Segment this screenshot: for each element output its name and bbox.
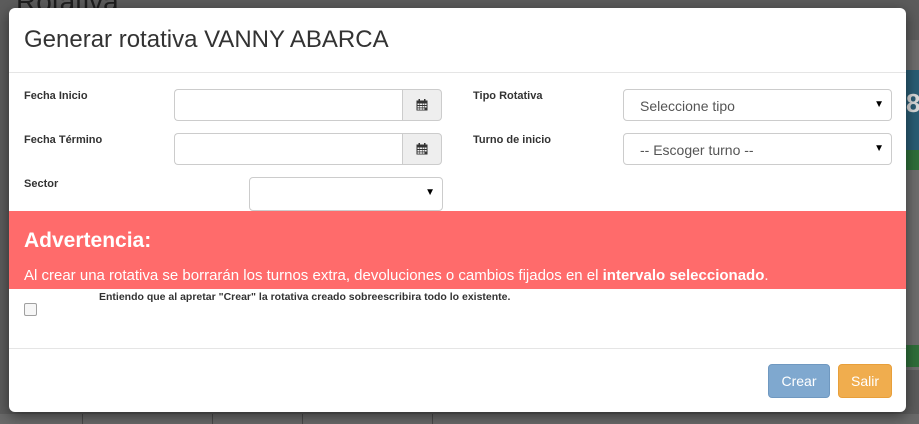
warning-text-emphasis: intervalo seleccionado: [602, 267, 765, 284]
calendar-icon: [416, 143, 428, 155]
background-side-badge: [906, 150, 919, 170]
background-divider: [432, 414, 433, 424]
modal-title: Generar rotativa VANNY ABARCA: [24, 26, 389, 53]
tipo-rotativa-select[interactable]: Seleccione tipo ▼: [623, 89, 892, 121]
salir-button[interactable]: Salir: [838, 364, 892, 398]
tipo-rotativa-selected-value: Seleccione tipo: [640, 98, 735, 114]
generar-rotativa-modal: Generar rotativa VANNY ABARCA Fecha Inic…: [9, 8, 906, 412]
background-divider: [212, 414, 213, 424]
confirm-checkbox[interactable]: [24, 303, 37, 316]
modal-footer-divider: [9, 348, 906, 349]
fecha-inicio-group: [174, 89, 442, 121]
caret-down-icon: ▼: [874, 99, 884, 110]
turno-inicio-selected-value: -- Escoger turno --: [640, 142, 754, 158]
warning-text: Al crear una rotativa se borrarán los tu…: [24, 267, 769, 284]
sector-label: Sector: [24, 178, 59, 190]
crear-button[interactable]: Crear: [768, 364, 830, 398]
turno-inicio-label: Turno de inicio: [473, 134, 552, 146]
sector-select[interactable]: ▼: [249, 177, 443, 211]
fecha-termino-group: [174, 133, 442, 165]
background-side-digit: 8: [906, 88, 919, 118]
fecha-inicio-input[interactable]: [174, 89, 402, 121]
warning-alert: Advertencia: Al crear una rotativa se bo…: [9, 211, 906, 289]
background-table-header: [0, 414, 919, 424]
background-divider: [82, 414, 83, 424]
background-divider: [302, 414, 303, 424]
background-side-badge-2: [906, 345, 919, 367]
fecha-termino-calendar-button[interactable]: [402, 133, 442, 165]
warning-text-main: Al crear una rotativa se borrarán los tu…: [24, 267, 603, 284]
modal-header: Generar rotativa VANNY ABARCA: [9, 8, 906, 73]
warning-title: Advertencia:: [24, 229, 152, 252]
turno-inicio-select[interactable]: -- Escoger turno -- ▼: [623, 133, 892, 165]
confirm-checkbox-label: Entiendo que al apretar "Crear" la rotat…: [99, 291, 511, 303]
tipo-rotativa-label: Tipo Rotativa: [473, 90, 543, 102]
calendar-icon: [416, 99, 428, 111]
caret-down-icon: ▼: [874, 143, 884, 154]
caret-down-icon: ▼: [425, 187, 435, 198]
fecha-termino-label: Fecha Término: [24, 134, 103, 146]
fecha-inicio-calendar-button[interactable]: [402, 89, 442, 121]
fecha-termino-input[interactable]: [174, 133, 402, 165]
warning-text-end: .: [764, 267, 769, 284]
fecha-inicio-label: Fecha Inicio: [24, 90, 88, 102]
